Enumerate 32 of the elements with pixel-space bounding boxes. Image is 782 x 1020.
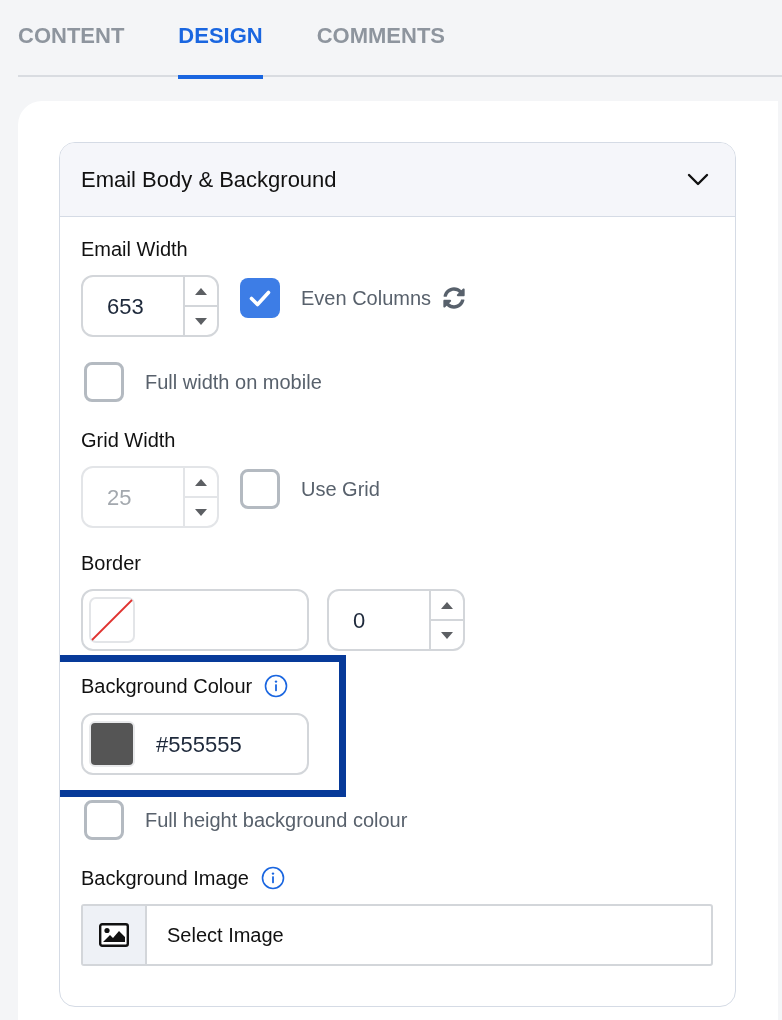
field-label: Email Width	[81, 237, 188, 261]
checkbox[interactable]	[240, 278, 280, 318]
info-icon[interactable]	[260, 866, 285, 890]
down-triangle-icon	[441, 631, 453, 639]
color-field[interactable]: #555555	[81, 713, 309, 775]
field-label: Grid Width	[81, 428, 176, 452]
up-triangle-icon	[195, 478, 207, 486]
up-triangle-icon	[441, 601, 453, 609]
color-field[interactable]	[81, 589, 309, 651]
section-header[interactable]: Email Body & Background	[60, 143, 735, 217]
tab[interactable]: DESIGN	[178, 0, 263, 79]
down-triangle-icon	[195, 317, 207, 325]
chevron-down-icon[interactable]	[687, 173, 709, 186]
checkbox-label: Even Columns	[301, 286, 432, 311]
check-icon	[249, 289, 271, 307]
checkbox-label: Full height background colour	[145, 808, 408, 833]
number-input[interactable]: 0	[327, 589, 465, 651]
field-label: Background Colour	[81, 674, 253, 698]
field-label: Border	[81, 551, 142, 575]
number-input[interactable]: 653	[81, 275, 219, 337]
checkbox-label: Full width on mobile	[145, 370, 322, 395]
image-icon	[83, 906, 147, 964]
down-triangle-icon	[195, 508, 207, 516]
select-image-button[interactable]: Select Image	[81, 904, 713, 966]
field-label: Background Image	[81, 866, 249, 890]
checkbox[interactable]	[84, 800, 124, 840]
checkbox-label: Use Grid	[301, 477, 380, 502]
up-triangle-icon	[195, 287, 207, 295]
checkbox[interactable]	[84, 362, 124, 402]
refresh-icon[interactable]	[443, 287, 466, 309]
no-color-swatch-icon	[89, 597, 135, 643]
info-icon[interactable]	[264, 674, 289, 698]
